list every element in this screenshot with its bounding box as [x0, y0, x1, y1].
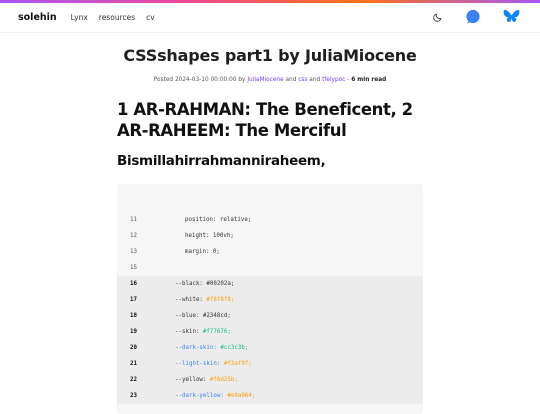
read-time: 6 min read — [351, 77, 387, 83]
article-subheading: Bismillahirrahmanniraheem, — [117, 153, 326, 169]
css-var-value: #f3af9f; — [223, 361, 252, 367]
code-text: position: relative; — [185, 217, 252, 223]
code-block: 11 position: relative; 12 height: 100vh;… — [117, 184, 423, 414]
code-text: --black: #00202a; — [175, 276, 234, 292]
code-text: --light-skin: #f3af9f; — [175, 356, 252, 372]
code-line-highlighted: 21 --light-skin: #f3af9f; — [117, 356, 423, 372]
css-var-value: #f77676; — [202, 329, 231, 335]
line-number: 11 — [130, 217, 137, 223]
code-line-highlighted: 16 --black: #00202a; — [117, 276, 423, 292]
code-text: --white: #f8f8f8; — [175, 292, 234, 308]
css-var-value: #f8f8f8; — [206, 297, 235, 303]
code-line: 12 height: 100vh; — [117, 228, 423, 244]
line-number: 22 — [130, 377, 137, 383]
butterfly-icon[interactable] — [503, 9, 520, 24]
code-line: 15 — [117, 260, 423, 277]
css-var-name: --blue: — [175, 313, 203, 319]
line-number: 13 — [130, 249, 137, 255]
code-line: 13 margin: 0; — [117, 244, 423, 260]
tag-juliamiocene[interactable]: JuliaMiocene — [247, 77, 283, 83]
code-text: height: 100vh; — [185, 233, 234, 239]
css-var-value: #00202a; — [206, 281, 235, 287]
line-number: 19 — [130, 329, 137, 335]
top-navigation: solehin Lynx resources cv — [0, 3, 540, 33]
code-text: --dark-yellow: #e9a964; — [175, 388, 255, 404]
meta-posted-by: Posted 2024-03-10 00:00:00 by — [153, 77, 248, 83]
code-line-highlighted: 18 --blue: #2348cd; — [117, 308, 423, 324]
chat-bubble-icon[interactable] — [465, 9, 481, 24]
code-line-highlighted: 17 --white: #f8f8f8; — [117, 292, 423, 308]
line-number: 15 — [130, 265, 137, 271]
css-var-name: --dark-skin: — [175, 345, 221, 351]
code-line: 11 position: relative; — [117, 212, 423, 228]
code-text: --blue: #2348cd; — [175, 308, 231, 324]
nav-link-resources[interactable]: resources — [99, 13, 135, 22]
css-var-value: #e9a964; — [227, 393, 256, 399]
line-number: 17 — [130, 297, 137, 303]
css-var-name: --dark-yellow: — [175, 393, 228, 399]
line-number: 23 — [130, 393, 137, 399]
code-line-highlighted: 19 --skin: #f77676; — [117, 324, 423, 340]
line-number: 21 — [130, 361, 137, 367]
nav-link-lynx[interactable]: Lynx — [71, 13, 88, 22]
css-var-name: --yellow: — [175, 377, 210, 383]
post-title: CSSshapes part1 by JuliaMiocene — [123, 46, 417, 65]
code-text: --yellow: #f6d25b; — [175, 372, 238, 388]
code-text: --dark-skin: #cc3c3b; — [175, 340, 248, 356]
code-line-highlighted: 23 --dark-yellow: #e9a964; — [117, 388, 423, 404]
css-var-value: #2348cd; — [202, 313, 231, 319]
nav-icon-group — [411, 9, 520, 24]
line-number: 16 — [130, 281, 137, 287]
css-var-value: #f6d25b; — [209, 377, 238, 383]
css-var-name: --light-skin: — [175, 361, 224, 367]
code-text: --skin: #f77676; — [175, 324, 231, 340]
code-line-highlighted: 22 --yellow: #f6d25b; — [117, 372, 423, 388]
css-var-name: --black: — [175, 281, 207, 287]
site-brand[interactable]: solehin — [18, 12, 57, 23]
tag-tfelypoc[interactable]: tfelypoc — [322, 77, 345, 83]
post-meta: Posted 2024-03-10 00:00:00 by JuliaMioce… — [0, 77, 540, 83]
article-heading: 1 AR-RAHMAN: The Beneficent, 2 AR-RAHEEM… — [117, 100, 413, 140]
css-var-value: #cc3c3b; — [220, 345, 249, 351]
moon-icon[interactable] — [433, 12, 443, 22]
line-number: 12 — [130, 233, 137, 239]
code-line-highlighted: 20 --dark-skin: #cc3c3b; — [117, 340, 423, 356]
line-number: 18 — [130, 313, 137, 319]
css-var-name: --white: — [175, 297, 207, 303]
nav-link-cv[interactable]: cv — [146, 13, 155, 22]
meta-and-1: and — [283, 77, 299, 83]
meta-and-2: and — [307, 77, 323, 83]
line-number: 20 — [130, 345, 137, 351]
css-var-name: --skin: — [175, 329, 203, 335]
code-text: margin: 0; — [185, 249, 220, 255]
